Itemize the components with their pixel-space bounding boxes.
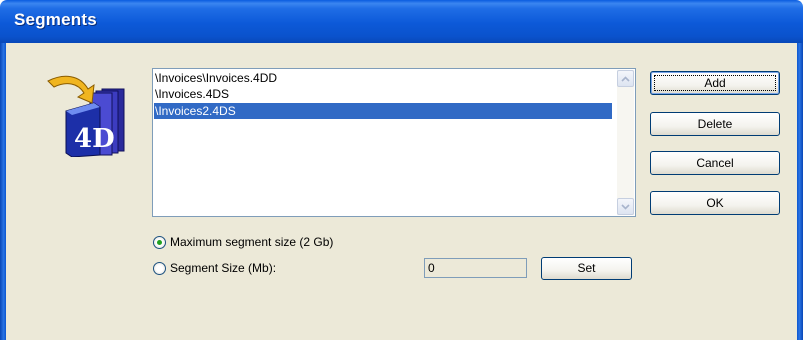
segment-size-option[interactable]: Segment Size (Mb):	[153, 261, 276, 275]
scroll-up-arrow-icon[interactable]	[617, 70, 634, 87]
title-bar[interactable]: Segments	[0, 0, 803, 43]
add-button[interactable]: Add	[650, 71, 780, 95]
list-item[interactable]: \Invoices.4DS	[154, 86, 229, 102]
set-button-label: Set	[577, 261, 596, 275]
segment-size-radio[interactable]	[153, 261, 166, 275]
cancel-button[interactable]: Cancel	[650, 151, 780, 175]
list-item[interactable]: \Invoices\Invoices.4DD	[154, 70, 277, 86]
set-button[interactable]: Set	[541, 257, 632, 280]
max-segment-label: Maximum segment size (2 Gb)	[170, 235, 334, 249]
ok-button[interactable]: OK	[650, 191, 780, 215]
dialog-body: 4D \Invoices\Invoices.4DD \Invoices.4DS …	[6, 43, 797, 340]
vertical-scrollbar[interactable]	[617, 70, 634, 215]
segment-size-field[interactable]: 0	[424, 258, 527, 278]
window-title: Segments	[14, 10, 97, 29]
delete-button-label: Delete	[697, 117, 733, 131]
list-item-selected[interactable]: \Invoices2.4DS	[154, 103, 612, 119]
window-frame-right	[797, 43, 803, 340]
cancel-button-label: Cancel	[696, 156, 734, 170]
max-segment-radio[interactable]	[153, 235, 166, 249]
max-segment-option[interactable]: Maximum segment size (2 Gb)	[153, 235, 333, 249]
delete-button[interactable]: Delete	[650, 112, 780, 136]
scroll-down-arrow-icon[interactable]	[617, 198, 634, 215]
4d-database-icon: 4D	[44, 67, 144, 158]
svg-text:4D: 4D	[74, 124, 115, 154]
ok-button-label: OK	[706, 196, 724, 210]
segment-size-label: Segment Size (Mb):	[170, 261, 277, 275]
segments-dialog: Segments 4D \Invoices\Invoices.4DD \Invo…	[0, 0, 803, 340]
segments-listbox[interactable]: \Invoices\Invoices.4DD \Invoices.4DS \In…	[152, 68, 636, 217]
